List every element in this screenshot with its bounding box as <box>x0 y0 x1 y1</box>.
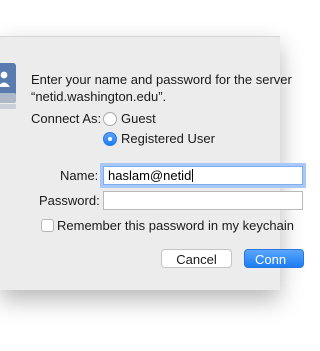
connect-button[interactable]: Conn <box>244 249 304 268</box>
prompt-line-2: “netid.washington.edu”. <box>31 89 167 104</box>
registered-user-radio-label[interactable]: Registered User <box>121 131 215 146</box>
name-label: Name: <box>60 168 99 183</box>
network-server-icon <box>0 63 16 109</box>
password-label: Password: <box>39 193 100 208</box>
remember-password-checkbox[interactable] <box>41 219 54 232</box>
guest-radio-label[interactable]: Guest <box>121 111 156 126</box>
registered-user-radio[interactable] <box>103 132 117 146</box>
connect-to-server-dialog: Enter your name and password for the ser… <box>0 36 304 290</box>
prompt-line-1: Enter your name and password for the ser… <box>31 72 292 87</box>
name-field[interactable]: haslam@netid <box>103 166 303 185</box>
cancel-button[interactable]: Cancel <box>161 249 232 268</box>
guest-radio[interactable] <box>103 112 117 126</box>
password-field[interactable] <box>103 191 303 210</box>
prompt-text: Enter your name and password for the ser… <box>31 71 292 105</box>
remember-password-label[interactable]: Remember this password in my keychain <box>57 218 294 233</box>
connect-as-label: Connect As: <box>31 111 102 126</box>
name-field-value: haslam@netid <box>108 168 192 183</box>
text-caret <box>192 169 194 182</box>
